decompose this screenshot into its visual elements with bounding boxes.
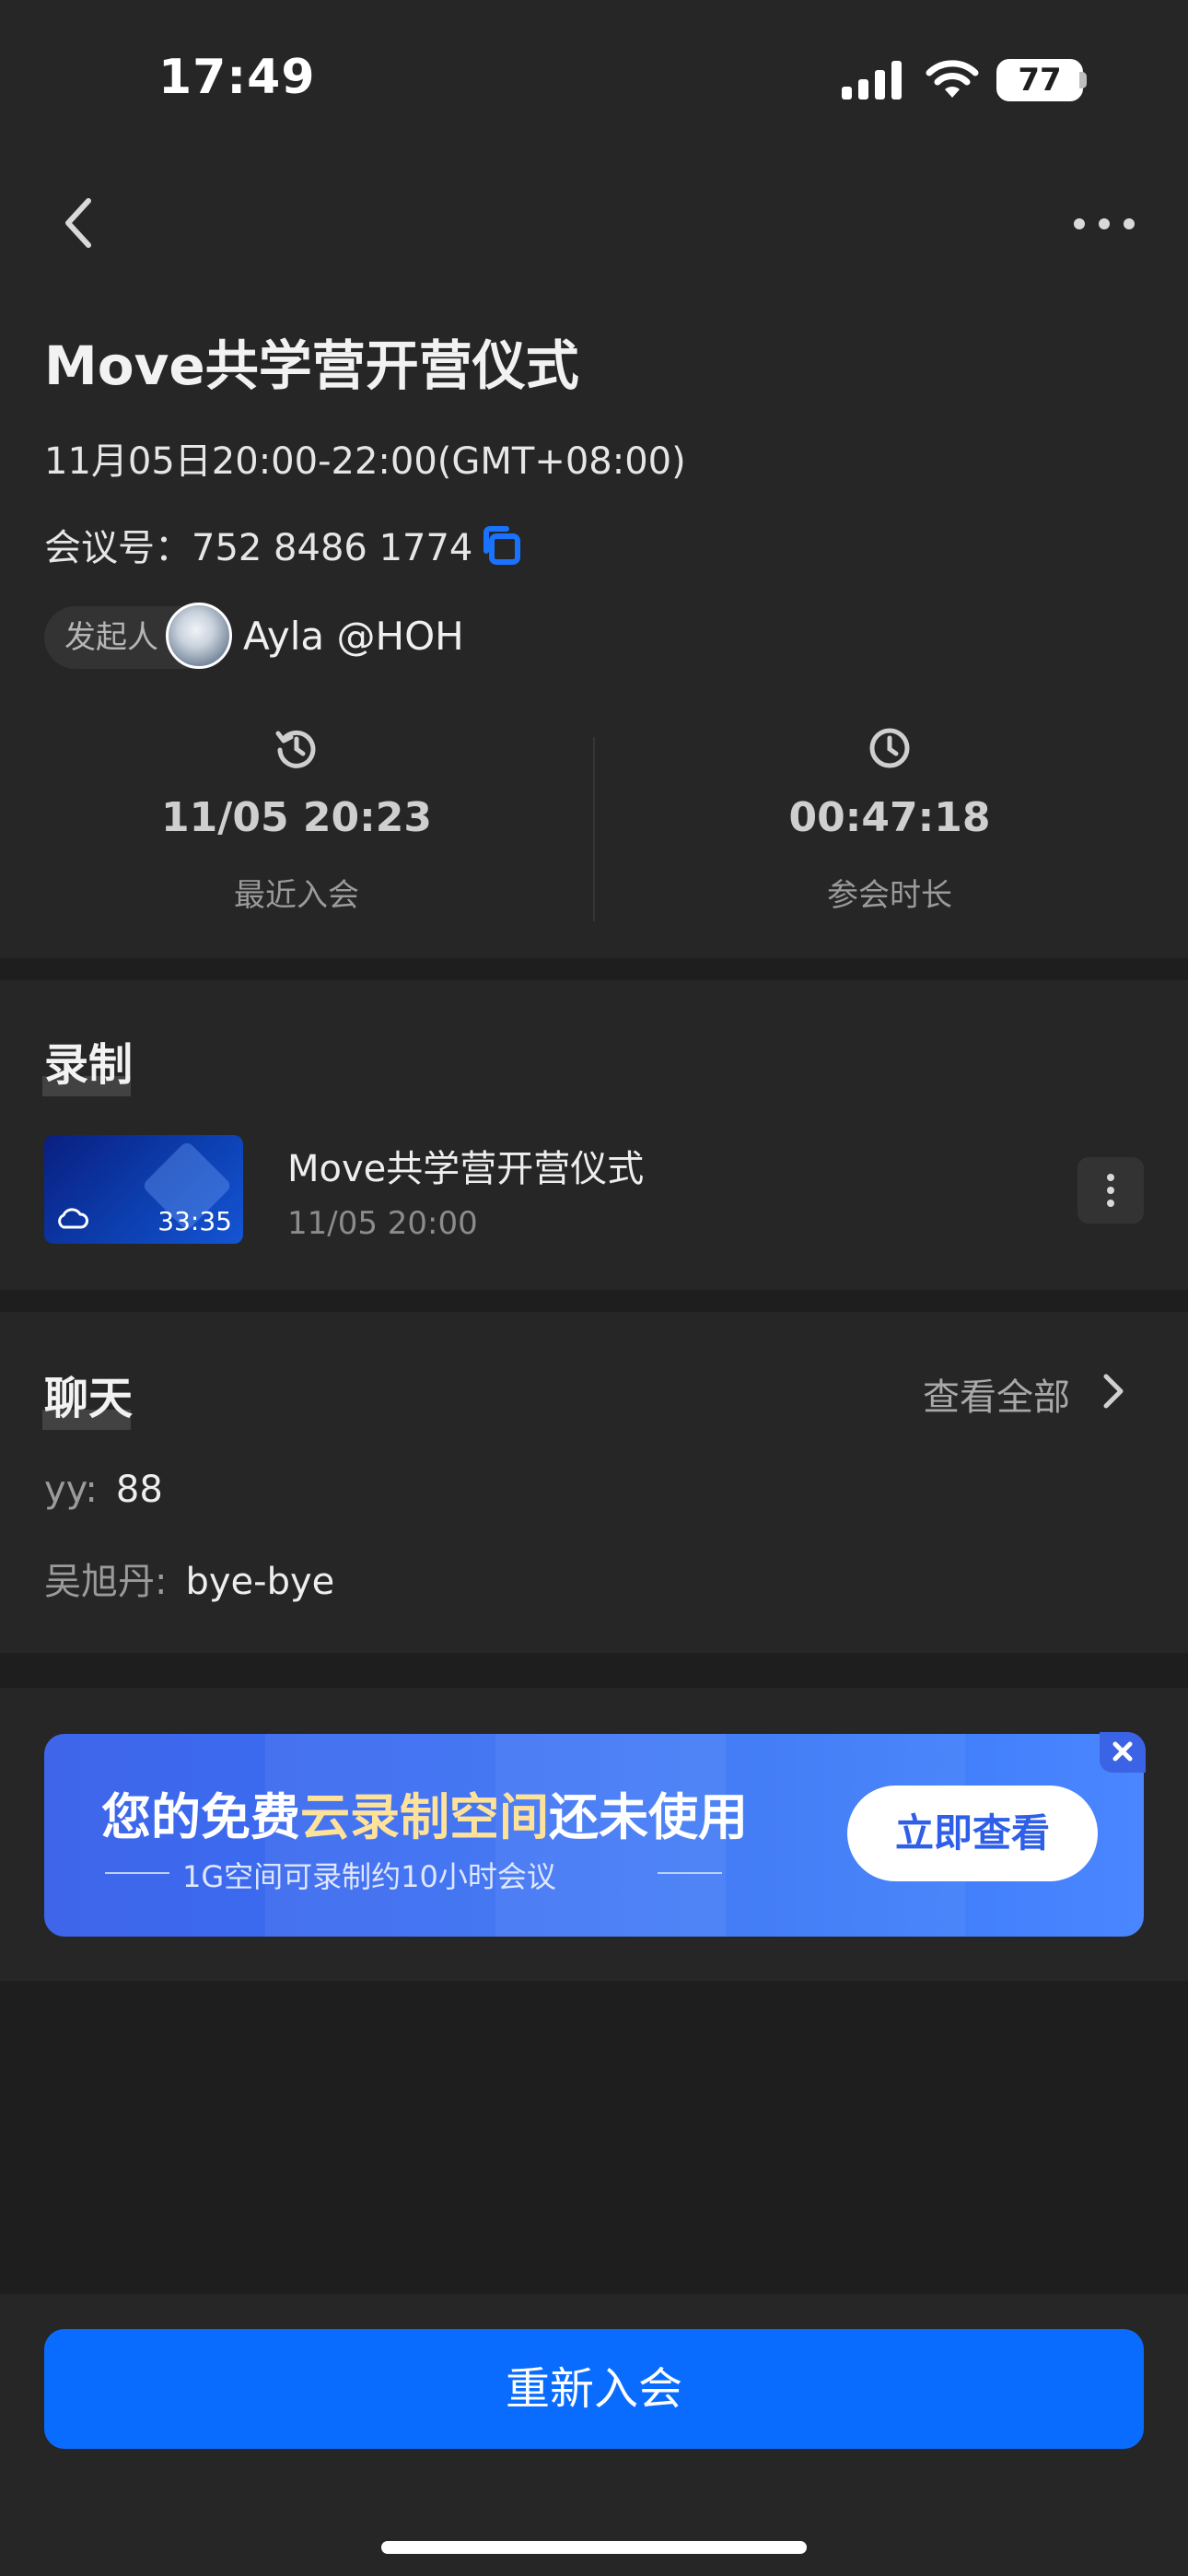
duration-label: 参会时长 — [827, 877, 952, 914]
meeting-id: 会议号：752 8486 1774 — [44, 527, 473, 569]
meeting-datetime: 11月05日20:00-22:00(GMT+08:00) — [44, 440, 686, 483]
battery-cap — [1079, 72, 1087, 88]
headline-part2: 还未使用 — [549, 1788, 748, 1846]
battery-icon: 77 — [996, 59, 1083, 101]
back-chevron-icon[interactable] — [59, 195, 99, 251]
banner-divider-left — [105, 1872, 169, 1874]
wifi-icon — [926, 60, 979, 98]
chat-text: bye-bye — [185, 1561, 335, 1603]
home-indicator — [381, 2541, 807, 2554]
close-icon[interactable] — [1100, 1732, 1146, 1773]
status-time: 17:49 — [158, 50, 316, 105]
recording-duration: 33:35 — [157, 1206, 232, 1236]
stats-divider — [593, 737, 595, 921]
rejoin-button[interactable]: 重新入会 — [44, 2329, 1144, 2449]
headline-part1: 您的免费 — [101, 1788, 300, 1846]
banner-subtext: 1G空间可录制约10小时会议 — [182, 1859, 556, 1894]
view-all-link[interactable]: 查看全部 — [923, 1367, 1070, 1421]
recording-section-title: 录制 — [42, 1028, 134, 1096]
chat-sender: 吴旭丹: — [44, 1561, 168, 1603]
recording-time: 11/05 20:00 — [287, 1205, 478, 1242]
clock-icon — [869, 728, 910, 768]
recording-more-button[interactable] — [1077, 1157, 1144, 1224]
cloud-icon — [58, 1208, 88, 1229]
banner-headline: 您的免费云录制空间还未使用 — [101, 1776, 748, 1849]
chat-title-text: 聊天 — [44, 1373, 134, 1424]
chevron-right-icon[interactable] — [1101, 1373, 1125, 1410]
host-avatar — [166, 603, 232, 669]
headline-highlight: 云录制空间 — [300, 1788, 549, 1846]
recording-title[interactable]: Move共学营开营仪式 — [287, 1139, 644, 1192]
more-options-icon[interactable] — [1072, 210, 1136, 238]
chat-message: 吴旭丹: bye-bye — [44, 1551, 334, 1605]
chat-text: 88 — [115, 1469, 163, 1511]
view-now-button[interactable]: 立即查看 — [847, 1786, 1098, 1881]
meeting-title: Move共学营开营仪式 — [44, 334, 579, 397]
history-clock-icon — [275, 730, 316, 768]
chat-section-title: 聊天 — [42, 1362, 134, 1430]
cloud-recording-banner[interactable]: 您的免费云录制空间还未使用 1G空间可录制约10小时会议 立即查看 — [44, 1734, 1144, 1937]
host-name: Ayla @HOH — [243, 614, 464, 659]
duration-value: 00:47:18 — [788, 794, 991, 841]
banner-divider-right — [658, 1872, 722, 1874]
cellular-signal-icon — [842, 61, 902, 100]
copy-icon[interactable] — [479, 523, 523, 568]
chat-sender: yy: — [44, 1469, 98, 1511]
last-join-label: 最近入会 — [234, 877, 359, 914]
last-join-value: 11/05 20:23 — [161, 794, 432, 841]
chat-message: yy: 88 — [44, 1469, 163, 1511]
recording-title-text: 录制 — [44, 1039, 134, 1091]
recording-thumbnail[interactable]: 33:35 — [44, 1135, 243, 1244]
